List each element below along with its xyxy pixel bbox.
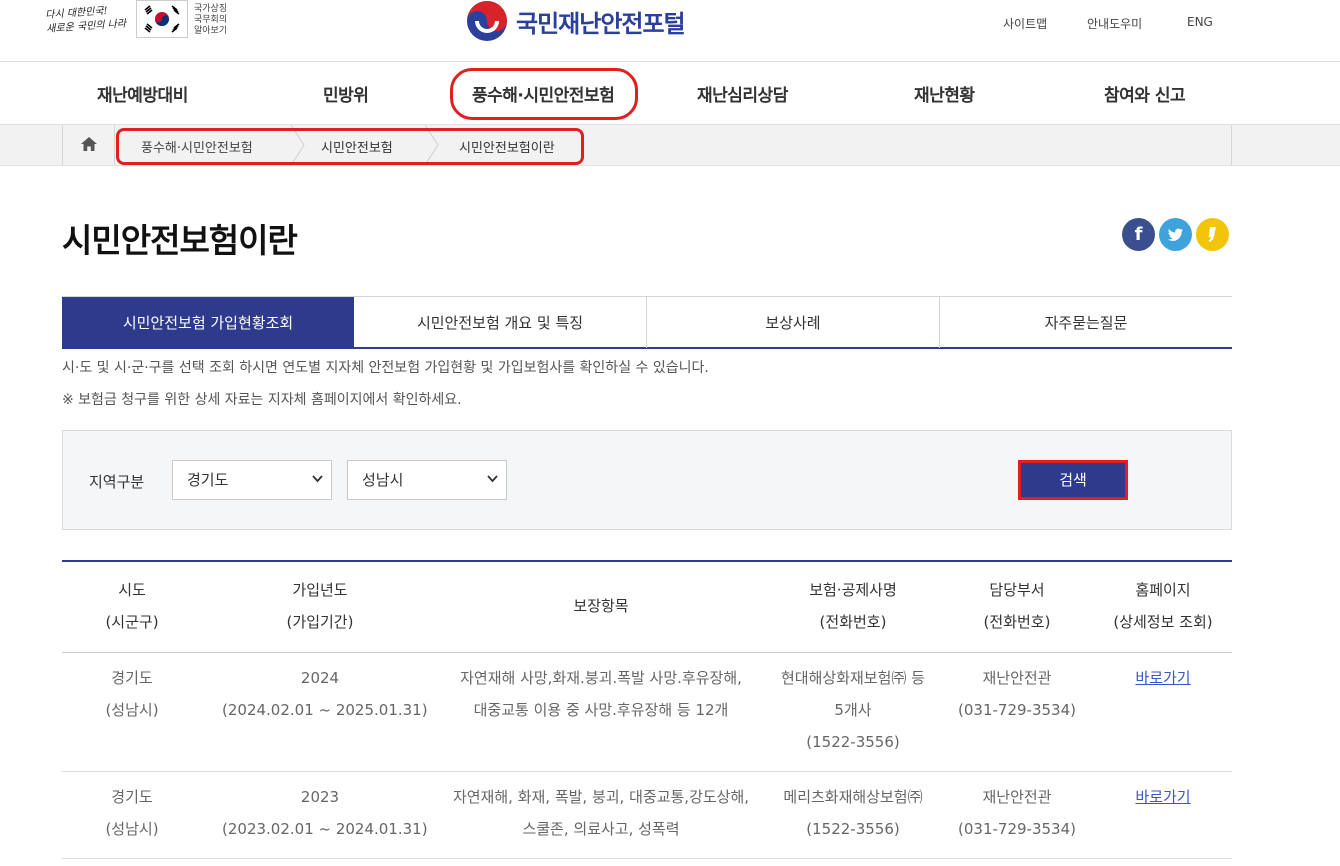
util-link-sitemap[interactable]: 사이트맵 (1003, 15, 1047, 32)
home-button[interactable] (63, 125, 115, 165)
cell-insurer-line2: (1522-3556) (806, 820, 900, 838)
site-header: 다시 대한민국! 새로운 국민의 나라 국가상징 국무회의 알아보기 국민재난안… (0, 0, 1340, 62)
cell-insurer-line1: 메리츠화재해상보험㈜ (783, 788, 923, 806)
chevron-down-icon (487, 475, 498, 483)
kakaostory-icon[interactable] (1196, 218, 1229, 251)
facebook-icon[interactable]: f (1122, 218, 1155, 251)
util-link-guide[interactable]: 안내도우미 (1087, 15, 1142, 32)
cell-year-line2: (2023.02.01 ~ 2024.01.31) (222, 820, 428, 838)
header-homepage: 홈페이지 (상세정보 조회) (1097, 574, 1229, 638)
city-select[interactable]: 성남시 (347, 460, 507, 500)
chevron-right-icon (291, 125, 305, 165)
header-dept: 담당부서 (전화번호) (952, 574, 1082, 638)
gnb-item-civil-defense[interactable]: 민방위 (323, 81, 369, 106)
logo-mark-icon (467, 1, 507, 41)
national-symbol-link[interactable]: 국가상징 국무회의 알아보기 (194, 4, 244, 37)
cell-region-line1: 경기도 (111, 788, 153, 806)
cell-coverage-line2: 대중교통 이용 중 사망.후유장해 등 12개 (473, 701, 729, 719)
tab-compensation-cases[interactable]: 보상사례 (647, 297, 940, 348)
cell-region-line2: (성남시) (105, 701, 159, 719)
site-title: 국민재난안전포털 (516, 9, 686, 38)
cell-dept-line1: 재난안전관 (982, 788, 1052, 806)
cell-region-line1: 경기도 (111, 669, 153, 687)
breadcrumb-inner: 풍수해·시민안전보험 시민안전보험 시민안전보험이란 (62, 125, 1232, 165)
gnb-item-participation[interactable]: 참여와 신고 (1104, 81, 1186, 106)
header-region-line1: 시도 (118, 581, 146, 599)
cell-dept: 재난안전관 (031-729-3534) (952, 781, 1082, 845)
cell-coverage: 자연재해, 화재, 폭발, 붕괴, 대중교통,강도상해, 스쿨존, 의료사고, … (442, 781, 760, 845)
header-year-line2: (가입기간) (286, 613, 354, 631)
breadcrumb: 풍수해·시민안전보험 시민안전보험 시민안전보험이란 (0, 124, 1340, 166)
cell-dept-line1: 재난안전관 (982, 669, 1052, 687)
header-dept-line1: 담당부서 (989, 581, 1045, 599)
cell-dept-line2: (031-729-3534) (958, 820, 1076, 838)
cell-year-line2: (2024.02.01 ~ 2025.01.31) (222, 701, 428, 719)
cell-year: 2023 (2023.02.01 ~ 2024.01.31) (222, 781, 428, 845)
tab-faq[interactable]: 자주묻는질문 (940, 297, 1232, 348)
site-logo[interactable]: 국민재난안전포털 (466, 0, 686, 42)
table-header: 시도 (시군구) 가입년도 (가입기간) 보장항목 보험·공제사명 (전화번호)… (62, 562, 1232, 653)
header-dept-line2: (전화번호) (983, 613, 1051, 631)
city-select-value: 성남시 (362, 471, 404, 489)
header-insurer: 보험·공제사명 (전화번호) (770, 574, 936, 638)
slogan-logo[interactable]: 다시 대한민국! 새로운 국민의 나라 (45, 3, 133, 43)
util-link-eng[interactable]: ENG (1187, 15, 1213, 29)
region-label: 지역구분 (89, 473, 145, 491)
homepage-link[interactable]: 바로가기 (1097, 781, 1229, 813)
search-button[interactable]: 검색 (1018, 460, 1128, 500)
cell-dept-line2: (031-729-3534) (958, 701, 1076, 719)
province-select[interactable]: 경기도 (172, 460, 332, 500)
chevron-down-icon (312, 475, 323, 483)
gnb-item-disaster-status[interactable]: 재난현황 (914, 81, 975, 106)
cell-region-line2: (성남시) (105, 820, 159, 838)
cell-insurer-line2: 5개사 (834, 701, 872, 719)
gnb-item-counseling[interactable]: 재난심리상담 (697, 81, 788, 106)
cell-coverage-line1: 자연재해 사망,화재.붕괴.폭발 사망.후유장해, (460, 669, 742, 687)
cell-insurer: 현대해상화재보험㈜ 등 5개사 (1522-3556) (770, 662, 936, 758)
content-tabs: 시민안전보험 가입현황조회 시민안전보험 개요 및 특징 보상사례 자주묻는질문 (62, 296, 1232, 349)
cell-year-line1: 2023 (300, 788, 340, 806)
header-insurer-line1: 보험·공제사명 (809, 581, 897, 599)
header-homepage-line1: 홈페이지 (1135, 581, 1191, 599)
header-coverage: 보장항목 (573, 597, 629, 615)
cell-coverage: 자연재해 사망,화재.붕괴.폭발 사망.후유장해, 대중교통 이용 중 사망.후… (442, 662, 760, 726)
gnb-item-insurance[interactable]: 풍수해·시민안전보험 (472, 81, 615, 106)
tab-overview[interactable]: 시민안전보험 개요 및 특징 (354, 297, 647, 348)
province-select-value: 경기도 (187, 471, 229, 489)
twitter-icon[interactable] (1159, 218, 1192, 251)
header-homepage-line2: (상세정보 조회) (1113, 613, 1213, 631)
cell-dept: 재난안전관 (031-729-3534) (952, 662, 1082, 726)
cell-region: 경기도 (성남시) (62, 781, 202, 845)
insurance-table: 시도 (시군구) 가입년도 (가입기간) 보장항목 보험·공제사명 (전화번호)… (62, 560, 1232, 859)
table-row: 경기도 (성남시) 2023 (2023.02.01 ~ 2024.01.31)… (62, 772, 1232, 859)
breadcrumb-item-insurance[interactable]: 풍수해·시민안전보험 (141, 137, 253, 156)
cell-year-line1: 2024 (300, 669, 340, 687)
search-panel: 지역구분 경기도 성남시 검색 (62, 430, 1232, 530)
cell-coverage-line2: 스쿨존, 의료사고, 성폭력 (522, 820, 680, 838)
header-region: 시도 (시군구) (62, 574, 202, 638)
header-insurer-line2: (전화번호) (819, 613, 887, 631)
page-title: 시민안전보험이란 (62, 221, 298, 260)
taegukgi-icon[interactable] (136, 0, 188, 38)
tab-enrollment-status[interactable]: 시민안전보험 가입현황조회 (62, 297, 354, 348)
cell-year: 2024 (2024.02.01 ~ 2025.01.31) (222, 662, 428, 726)
header-region-line2: (시군구) (105, 613, 159, 631)
main-navigation: 재난예방대비 민방위 풍수해·시민안전보험 재난심리상담 재난현황 참여와 신고 (0, 63, 1340, 124)
notice-text: ※ 보험금 청구를 위한 상세 자료는 지자체 홈페이지에서 확인하세요. (62, 392, 462, 408)
home-icon (81, 137, 97, 151)
breadcrumb-item-civil-insurance[interactable]: 시민안전보험 (321, 137, 393, 156)
chevron-right-icon (425, 125, 439, 165)
cell-coverage-line1: 자연재해, 화재, 폭발, 붕괴, 대중교통,강도상해, (452, 788, 750, 806)
header-year: 가입년도 (가입기간) (222, 574, 418, 638)
description-text: 시·도 및 시·군·구를 선택 조회 하시면 연도별 지자체 안전보험 가입현황… (62, 360, 709, 376)
homepage-link[interactable]: 바로가기 (1097, 662, 1229, 694)
cell-insurer-line3: (1522-3556) (806, 733, 900, 751)
table-row: 경기도 (성남시) 2024 (2024.02.01 ~ 2025.01.31)… (62, 653, 1232, 772)
gnb-item-disaster-prevention[interactable]: 재난예방대비 (97, 81, 188, 106)
header-year-line1: 가입년도 (292, 581, 348, 599)
cell-insurer: 메리츠화재해상보험㈜ (1522-3556) (770, 781, 936, 845)
breadcrumb-item-current[interactable]: 시민안전보험이란 (459, 137, 555, 156)
cell-insurer-line1: 현대해상화재보험㈜ 등 (781, 669, 925, 687)
cell-region: 경기도 (성남시) (62, 662, 202, 726)
